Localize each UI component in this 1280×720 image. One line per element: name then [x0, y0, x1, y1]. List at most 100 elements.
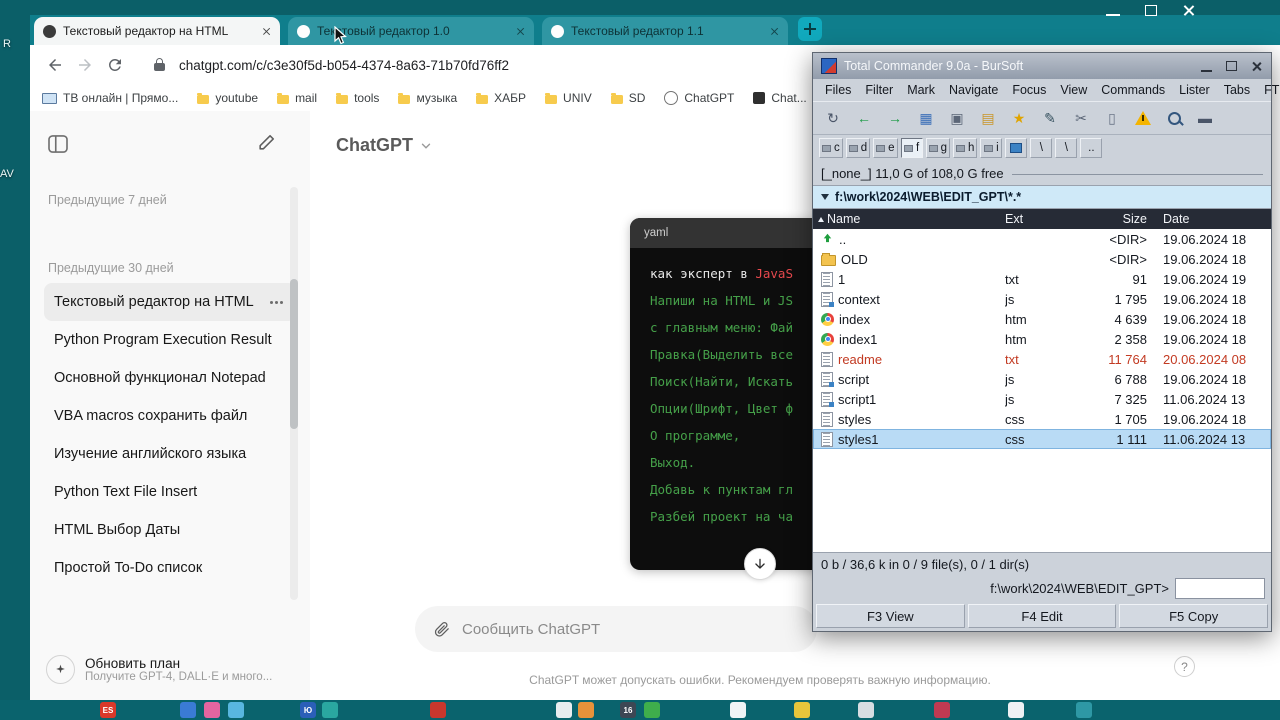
minimize-icon[interactable]	[1200, 61, 1213, 72]
column-size[interactable]: Size	[1055, 212, 1151, 226]
sidebar-toggle-icon[interactable]	[48, 135, 68, 158]
sidebar-item[interactable]: Python Text File Insert	[44, 473, 296, 511]
forward-icon[interactable]	[76, 56, 94, 74]
history-dropdown-icon[interactable]	[821, 194, 829, 200]
tc-title-bar[interactable]: Total Commander 9.0a - BurSoft	[813, 53, 1271, 79]
taskbar-icon[interactable]: Ю	[300, 702, 316, 718]
menu-tabs[interactable]: Tabs	[1224, 83, 1250, 97]
bookmark-chatgpt[interactable]: ChatGPT	[664, 91, 734, 105]
sidebar-item[interactable]: Python Program Execution Result	[44, 321, 296, 359]
search-icon[interactable]	[1160, 105, 1188, 132]
taskbar-icon[interactable]	[430, 702, 446, 718]
desktop-icon-label[interactable]: R	[3, 38, 11, 50]
taskbar-icon[interactable]	[204, 702, 220, 718]
column-name[interactable]: Name	[813, 212, 1005, 226]
taskbar-icon[interactable]	[1076, 702, 1092, 718]
file-row[interactable]: index htm 4 639 19.06.2024 18	[813, 309, 1271, 329]
menu-view[interactable]: View	[1060, 83, 1087, 97]
warning-icon[interactable]	[1129, 105, 1157, 132]
taskbar-icon[interactable]	[858, 702, 874, 718]
menu-commands[interactable]: Commands	[1101, 83, 1165, 97]
browser-tab-3[interactable]: Текстовый редактор 1.1	[542, 17, 788, 45]
drive-f-button[interactable]: f	[900, 138, 923, 158]
drive-g-button[interactable]: g	[925, 138, 950, 158]
root-button[interactable]: \	[1030, 138, 1053, 158]
bookmark-tv[interactable]: ТВ онлайн | Прямо...	[42, 91, 178, 105]
upgrade-plan[interactable]: Обновить план Получите GPT-4, DALL·E и м…	[46, 655, 294, 684]
tab-close-icon[interactable]	[262, 27, 271, 36]
menu-filter[interactable]: Filter	[865, 83, 893, 97]
file-row-readme[interactable]: readme txt 11 764 20.06.2024 08	[813, 349, 1271, 369]
file-row[interactable]: styles css 1 705 19.06.2024 18	[813, 409, 1271, 429]
sidebar-scrollbar-thumb[interactable]	[290, 279, 298, 429]
tab-close-icon[interactable]	[770, 27, 779, 36]
file-row[interactable]: index1 htm 2 358 19.06.2024 18	[813, 329, 1271, 349]
drive-e-button[interactable]: e	[873, 138, 898, 158]
column-ext[interactable]: Ext	[1005, 212, 1055, 226]
menu-mark[interactable]: Mark	[907, 83, 935, 97]
menu-focus[interactable]: Focus	[1012, 83, 1046, 97]
help-button[interactable]: ?	[1174, 656, 1195, 677]
bookmark-folder-music[interactable]: музыка	[398, 91, 457, 105]
clipboard-icon[interactable]: ▯	[1098, 105, 1126, 132]
bookmark-folder-habr[interactable]: ХАБР	[476, 91, 526, 105]
options-icon[interactable]	[275, 300, 278, 304]
model-switcher[interactable]: ChatGPT	[336, 135, 433, 156]
menu-files[interactable]: Files	[825, 83, 851, 97]
sidebar-item[interactable]: HTML Выбор Даты	[44, 511, 296, 549]
refresh-icon[interactable]: ↻	[819, 105, 847, 132]
browser-tab-2[interactable]: Текстовый редактор 1.0	[288, 17, 534, 45]
copy-icon[interactable]: ▣	[943, 105, 971, 132]
file-row-dir[interactable]: OLD <DIR> 19.06.2024 18	[813, 249, 1271, 269]
address-bar[interactable]: chatgpt.com/c/c3e30f5d-b054-4374-8a63-71…	[179, 58, 509, 73]
drive-c-button[interactable]: c	[819, 138, 843, 158]
drive-d-button[interactable]: d	[845, 138, 871, 158]
sidebar-item[interactable]: Изучение английского языка	[44, 435, 296, 473]
minimize-icon[interactable]	[1104, 4, 1122, 17]
menu-lister[interactable]: Lister	[1179, 83, 1210, 97]
close-icon[interactable]	[1180, 4, 1198, 17]
column-date[interactable]: Date	[1151, 212, 1271, 226]
folder-tree-icon[interactable]: ▤	[974, 105, 1002, 132]
tc-command-input[interactable]	[1175, 577, 1265, 599]
taskbar-icon[interactable]	[644, 702, 660, 718]
close-icon[interactable]	[1250, 61, 1263, 72]
taskbar-icon[interactable]	[730, 702, 746, 718]
drive-h-button[interactable]: h	[952, 138, 978, 158]
taskbar-icon[interactable]	[322, 702, 338, 718]
sidebar-item-text-editor[interactable]: Текстовый редактор на HTML	[44, 283, 296, 321]
f5-copy-button[interactable]: F5 Copy	[1119, 604, 1269, 628]
bookmark-chat[interactable]: Chat...	[753, 91, 807, 105]
file-row[interactable]: 1 txt 91 19.06.2024 19	[813, 269, 1271, 289]
tab-close-icon[interactable]	[516, 27, 525, 36]
attach-icon[interactable]	[433, 621, 450, 638]
reload-icon[interactable]	[106, 56, 124, 74]
menu-navigate[interactable]: Navigate	[949, 83, 998, 97]
bookmark-folder-univ[interactable]: UNIV	[545, 91, 592, 105]
back-icon[interactable]	[46, 56, 64, 74]
browser-tab-1[interactable]: Текстовый редактор на HTML	[34, 17, 280, 45]
tc-current-path[interactable]: f:\work\2024\WEB\EDIT_GPT\*.*	[813, 186, 1271, 209]
scroll-to-bottom-button[interactable]	[744, 548, 776, 580]
edit-icon[interactable]: ✎	[1036, 105, 1064, 132]
sidebar-item[interactable]: VBA macros сохранить файл	[44, 397, 296, 435]
network-drive-button[interactable]	[1005, 138, 1028, 158]
f4-edit-button[interactable]: F4 Edit	[967, 604, 1117, 628]
f3-view-button[interactable]: F3 View	[816, 604, 965, 628]
maximize-icon[interactable]	[1142, 4, 1160, 17]
bookmark-folder-sd[interactable]: SD	[610, 91, 645, 105]
message-input-bar[interactable]	[415, 606, 817, 652]
favorites-icon[interactable]: ★	[1005, 105, 1033, 132]
taskbar-icon[interactable]: 16	[620, 702, 636, 718]
sidebar-item[interactable]: Основной функционал Notepad	[44, 359, 296, 397]
taskbar-icon[interactable]: ES	[100, 702, 116, 718]
file-row[interactable]: script1 js 7 325 11.06.2024 13	[813, 389, 1271, 409]
taskbar-icon[interactable]	[556, 702, 572, 718]
back-icon[interactable]: ←	[850, 105, 878, 132]
file-row[interactable]: context js 1 795 19.06.2024 18	[813, 289, 1271, 309]
menu-ftp[interactable]: FTP	[1264, 83, 1280, 97]
notes-icon[interactable]: ▬	[1191, 105, 1219, 132]
bookmark-folder-youtube[interactable]: youtube	[197, 91, 258, 105]
taskbar-icon[interactable]	[180, 702, 196, 718]
taskbar-icon[interactable]	[794, 702, 810, 718]
